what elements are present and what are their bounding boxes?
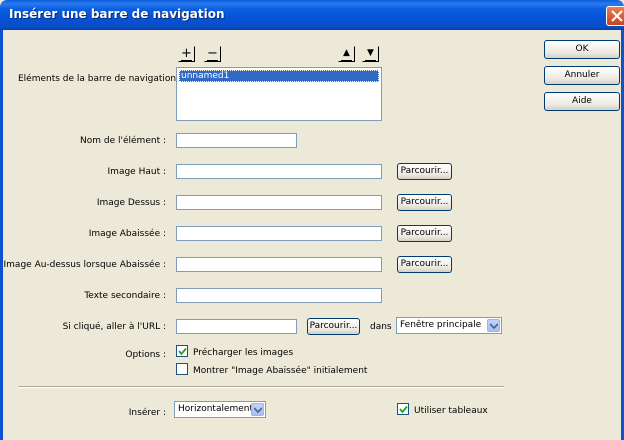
url-label: Si cliqué, aller à l'URL : xyxy=(62,322,166,332)
ok-button[interactable]: OK xyxy=(544,40,620,59)
browse-url-button[interactable]: Parcourir... xyxy=(307,318,360,335)
preload-images-label: Précharger les images xyxy=(193,348,294,358)
alt-text-field[interactable] xyxy=(176,288,382,303)
list-item[interactable]: unnamed1 xyxy=(179,70,379,82)
insert-dropdown-arrow[interactable] xyxy=(251,403,264,416)
chevron-down-icon xyxy=(254,407,262,413)
browse-image-up-button[interactable]: Parcourir... xyxy=(397,163,452,180)
nav-elements-list[interactable]: unnamed1 xyxy=(176,67,382,121)
in-label: dans xyxy=(370,322,392,332)
target-select-value: Fenêtre principale xyxy=(400,320,482,330)
move-up-button[interactable]: ▲ xyxy=(338,46,355,62)
window-title: Insérer une barre de navigation xyxy=(9,7,225,21)
checkmark-icon xyxy=(178,347,187,356)
element-name-label: Nom de l'élément : xyxy=(80,136,166,146)
show-down-image-checkbox[interactable] xyxy=(176,363,188,375)
chevron-down-icon xyxy=(490,323,498,329)
plus-icon: + xyxy=(181,46,192,61)
cancel-button[interactable]: Annuler xyxy=(544,66,620,85)
close-button[interactable] xyxy=(606,6,624,26)
browse-image-over-down-button[interactable]: Parcourir... xyxy=(397,256,452,273)
browse-image-down-button[interactable]: Parcourir... xyxy=(397,225,452,242)
add-item-button[interactable]: + xyxy=(178,46,195,62)
nav-elements-label: Eléments de la barre de navigation : xyxy=(18,74,182,84)
browse-image-over-button[interactable]: Parcourir... xyxy=(397,194,452,211)
insert-select[interactable]: Horizontalement xyxy=(174,401,266,418)
remove-item-button[interactable]: − xyxy=(204,46,221,62)
image-over-down-label: Image Au-dessus lorsque Abaissée : xyxy=(3,260,166,270)
image-over-field[interactable] xyxy=(176,195,382,210)
target-dropdown-arrow[interactable] xyxy=(487,319,500,332)
use-tables-label: Utiliser tableaux xyxy=(414,406,488,416)
close-icon xyxy=(611,10,623,22)
insert-label: Insérer : xyxy=(128,408,166,418)
separator xyxy=(18,386,504,388)
use-tables-checkbox[interactable] xyxy=(397,403,409,415)
image-up-label: Image Haut : xyxy=(107,167,166,177)
image-down-field[interactable] xyxy=(176,226,382,241)
triangle-down-icon: ▼ xyxy=(365,47,376,61)
minus-icon: − xyxy=(207,46,218,61)
move-down-button[interactable]: ▼ xyxy=(362,46,379,62)
help-button[interactable]: Aide xyxy=(544,92,620,111)
element-name-field[interactable] xyxy=(176,133,297,148)
checkmark-icon xyxy=(399,405,408,414)
preload-images-checkbox[interactable] xyxy=(176,345,188,357)
options-label: Options : xyxy=(125,350,166,360)
image-down-label: Image Abaissée : xyxy=(88,229,166,239)
show-down-image-label: Montrer "Image Abaissée" initialement xyxy=(193,366,368,376)
insert-select-value: Horizontalement xyxy=(178,404,254,414)
image-up-field[interactable] xyxy=(176,164,382,179)
title-bar: Insérer une barre de navigation xyxy=(0,0,624,30)
url-field[interactable] xyxy=(176,319,297,334)
image-over-label: Image Dessus : xyxy=(96,198,166,208)
alt-text-label: Texte secondaire : xyxy=(84,291,166,301)
triangle-up-icon: ▲ xyxy=(341,47,352,61)
target-select[interactable]: Fenêtre principale xyxy=(396,317,502,334)
image-over-down-field[interactable] xyxy=(176,257,382,272)
